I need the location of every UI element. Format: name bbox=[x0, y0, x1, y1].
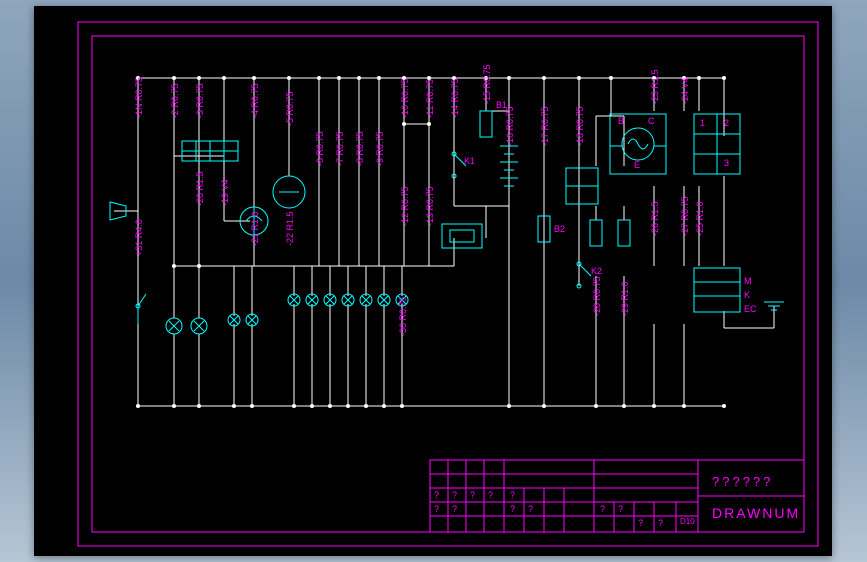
relay-block bbox=[442, 224, 482, 248]
svg-text:-15 R0.75: -15 R0.75 bbox=[482, 64, 492, 104]
svg-text:K1: K1 bbox=[464, 156, 475, 166]
svg-text:B2: B2 bbox=[554, 224, 565, 234]
svg-text:-28 R0.75: -28 R0.75 bbox=[592, 276, 602, 316]
svg-text:-7 R0.75: -7 R0.75 bbox=[335, 131, 345, 166]
svg-text:?: ? bbox=[470, 490, 475, 500]
svg-text:-5 R0.75: -5 R0.75 bbox=[285, 91, 295, 126]
svg-text:-18 R0.75: -18 R0.75 bbox=[575, 106, 585, 146]
svg-text:-16 R0.75: -16 R0.75 bbox=[505, 106, 515, 146]
svg-text:1: 1 bbox=[700, 118, 705, 128]
svg-text:-23 R1.5: -23 R1.5 bbox=[650, 69, 660, 104]
svg-text:?: ? bbox=[528, 504, 533, 514]
svg-text:B: B bbox=[618, 116, 624, 126]
fuse-b1 bbox=[480, 111, 492, 137]
svg-text:-10 R0.75: -10 R0.75 bbox=[400, 78, 410, 118]
svg-text:?: ? bbox=[434, 504, 439, 514]
svg-text:-9 R0.75: -9 R0.75 bbox=[375, 131, 385, 166]
drawnum-label: DRAWNUM bbox=[712, 505, 800, 521]
svg-text:-1N R0.75: -1N R0.75 bbox=[134, 77, 144, 118]
svg-text:-8 R0.75: -8 R0.75 bbox=[355, 131, 365, 166]
svg-text:K2: K2 bbox=[591, 266, 602, 276]
svg-text:D10: D10 bbox=[680, 517, 695, 526]
svg-text:?: ? bbox=[434, 490, 439, 500]
wire-labels: -1N R0.75 -2 R0.75 -3 R0.75 -4 R0.75 -5 … bbox=[134, 64, 705, 336]
svg-text:-20 R1.5: -20 R1.5 bbox=[195, 171, 205, 206]
svg-text:-14 R0.75: -14 R0.75 bbox=[450, 78, 460, 118]
svg-text:?: ? bbox=[452, 490, 457, 500]
svg-text:-2 R0.75: -2 R0.75 bbox=[170, 83, 180, 118]
lamp-bank bbox=[166, 294, 408, 334]
svg-text:-11 R0.75: -11 R0.75 bbox=[425, 79, 435, 118]
svg-text:?: ? bbox=[658, 518, 663, 528]
svg-text:?: ? bbox=[452, 504, 457, 514]
svg-text:B1: B1 bbox=[496, 100, 507, 110]
svg-text:-21 R1.0: -21 R1.0 bbox=[250, 211, 260, 246]
svg-text:+31 R4.0: +31 R4.0 bbox=[134, 219, 144, 256]
svg-text:2: 2 bbox=[724, 118, 729, 128]
svg-text:M: M bbox=[744, 276, 752, 286]
svg-text:?: ? bbox=[510, 490, 515, 500]
svg-text:C: C bbox=[648, 116, 655, 126]
svg-text:?: ? bbox=[638, 518, 643, 528]
svg-text:-3 R0.75: -3 R0.75 bbox=[195, 83, 205, 118]
svg-text:EC: EC bbox=[744, 304, 757, 314]
svg-text:-29 R1.0: -29 R1.0 bbox=[620, 281, 630, 316]
title-block: ? ? ? ? ? ? ? ? ? ? ? ? ? D10 ?????? DRA… bbox=[430, 460, 804, 532]
cad-canvas[interactable]: -1N R0.75 -2 R0.75 -3 R0.75 -4 R0.75 -5 … bbox=[34, 6, 832, 556]
starter-connector bbox=[694, 268, 740, 312]
svg-text:-27 R0.75: -27 R0.75 bbox=[680, 196, 690, 236]
schematic-svg: -1N R0.75 -2 R0.75 -3 R0.75 -4 R0.75 -5 … bbox=[34, 6, 832, 556]
svg-text:-24 V4: -24 V4 bbox=[680, 77, 690, 104]
svg-text:K: K bbox=[744, 290, 750, 300]
svg-text:-26 R1.5: -26 R1.5 bbox=[650, 201, 660, 236]
svg-text:E: E bbox=[634, 160, 640, 170]
svg-text:-30 R0.75: -30 R0.75 bbox=[398, 296, 408, 336]
svg-text:-6 R0.75: -6 R0.75 bbox=[315, 131, 325, 166]
svg-text:-13 R0.75: -13 R0.75 bbox=[425, 186, 435, 226]
svg-text:3: 3 bbox=[724, 158, 729, 168]
svg-text:-25 R1.0: -25 R1.0 bbox=[695, 201, 705, 236]
svg-text:?: ? bbox=[488, 490, 493, 500]
svg-text:-17 R0.75: -17 R0.75 bbox=[540, 106, 550, 146]
svg-text:-22 R1.5: -22 R1.5 bbox=[285, 211, 295, 246]
svg-text:-19 V4: -19 V4 bbox=[220, 179, 230, 206]
svg-text:?: ? bbox=[600, 504, 605, 514]
svg-text:?: ? bbox=[618, 504, 623, 514]
svg-text:-4 R0.75: -4 R0.75 bbox=[250, 83, 260, 118]
svg-text:-12 R0.75: -12 R0.75 bbox=[400, 186, 410, 226]
schematic-wiring bbox=[114, 76, 774, 408]
title-placeholder: ?????? bbox=[712, 474, 773, 489]
svg-text:?: ? bbox=[510, 504, 515, 514]
